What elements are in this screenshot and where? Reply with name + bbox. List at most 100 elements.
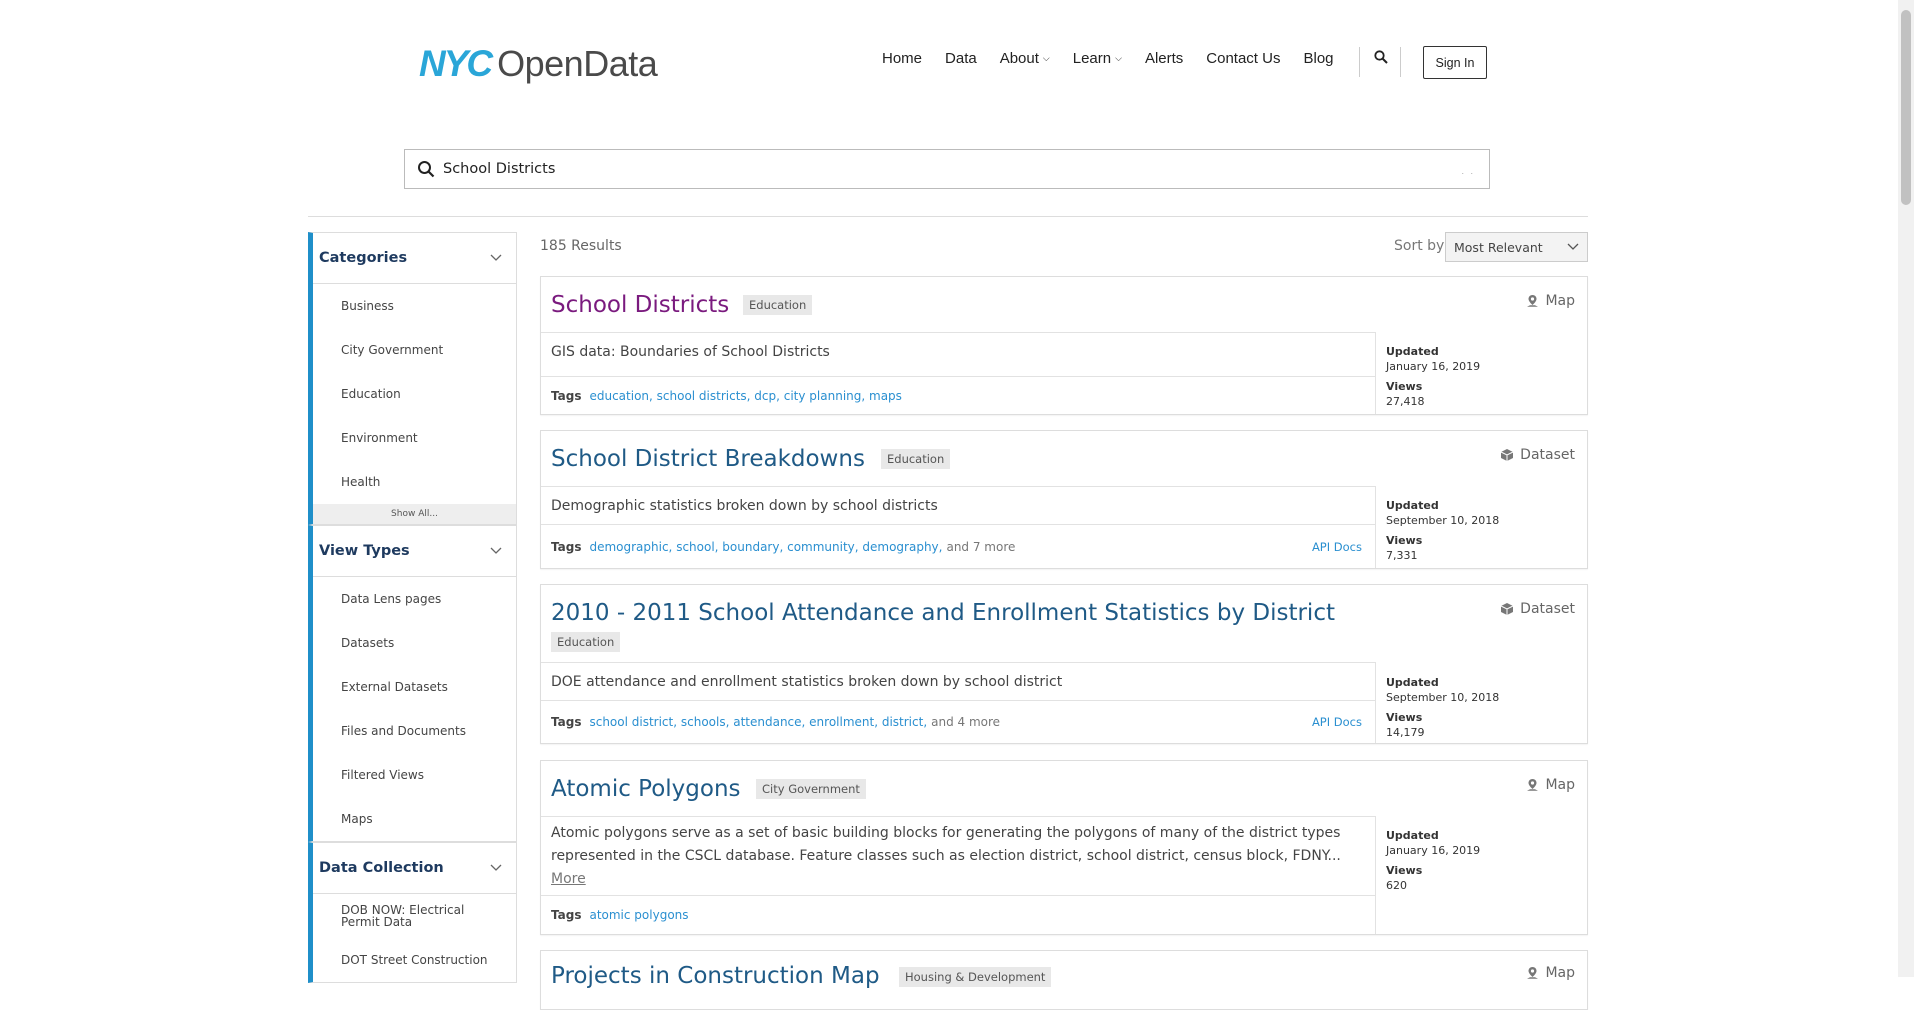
nav-learn[interactable]: Learn ⌵ (1073, 50, 1122, 67)
facet-item-city-government[interactable]: City Government (313, 328, 516, 372)
facet-item-dob-now-electrical[interactable]: DOB NOW: Electrical Permit Data (313, 894, 516, 938)
more-link[interactable]: More (551, 871, 586, 887)
tag-links[interactable]: demographic, school, boundary, community… (589, 540, 942, 554)
chevron-down-icon (490, 864, 502, 871)
api-docs-link[interactable]: API Docs (1312, 715, 1362, 729)
sign-in-button[interactable]: Sign In (1423, 46, 1487, 79)
map-icon (1527, 967, 1539, 979)
result-title[interactable]: School District Breakdowns (551, 446, 865, 472)
facet-data-collection: Data Collection DOB NOW: Electrical Perm… (308, 842, 517, 983)
result-meta: Updated January 16, 2019 Views 27,418 (1386, 344, 1480, 409)
results-count: 185 Results (540, 238, 622, 254)
facet-item-maps[interactable]: Maps (313, 797, 516, 841)
facet-item-dot-street-construction[interactable]: DOT Street Construction (313, 938, 516, 982)
result-tags: Tags demographic, school, boundary, comm… (541, 524, 1376, 568)
result-card: School District Breakdowns Education Dat… (540, 430, 1588, 569)
result-title-text: Atomic Polygons (551, 776, 741, 802)
result-title[interactable]: School Districts (551, 292, 729, 318)
page-scrollbar[interactable] (1898, 0, 1914, 977)
views-label: Views (1386, 534, 1423, 547)
result-meta: Updated January 16, 2019 Views 620 (1386, 828, 1480, 893)
map-icon (1527, 295, 1539, 307)
search-bar[interactable]: School Districts . . (404, 149, 1490, 189)
tags-label: Tags (551, 908, 582, 922)
facet-item-business[interactable]: Business (313, 284, 516, 328)
result-type[interactable]: Dataset (1500, 601, 1575, 617)
tags-more[interactable]: and 7 more (946, 540, 1015, 554)
result-type-label: Map (1545, 965, 1575, 981)
result-description: DOE attendance and enrollment statistics… (551, 674, 1063, 690)
tag-links[interactable]: school district, schools, attendance, en… (589, 715, 927, 729)
clear-search-icon[interactable]: . . (1461, 166, 1475, 176)
facet-item-health[interactable]: Health (313, 460, 516, 504)
search-icon[interactable] (1374, 50, 1388, 67)
result-type[interactable]: Map (1526, 293, 1575, 309)
facet-item-external-datasets[interactable]: External Datasets (313, 665, 516, 709)
facet-item-environment[interactable]: Environment (313, 416, 516, 460)
result-type-label: Map (1545, 293, 1575, 309)
category-badge[interactable]: Education (881, 449, 951, 469)
chevron-down-icon: ⌵ (1042, 53, 1050, 63)
category-badge[interactable]: Housing & Development (899, 967, 1052, 987)
show-all-categories-button[interactable]: Show All... (313, 504, 516, 524)
tag-links[interactable]: atomic polygons (589, 908, 688, 922)
tags-more[interactable]: and 4 more (931, 715, 1000, 729)
result-type-label: Dataset (1520, 447, 1575, 463)
result-title[interactable]: Projects in Construction Map (551, 963, 880, 989)
facet-header-view-types[interactable]: View Types (313, 526, 516, 577)
nav-home[interactable]: Home (882, 50, 922, 67)
tag-links[interactable]: education, school districts, dcp, city p… (589, 389, 901, 403)
facet-item-files-and-documents[interactable]: Files and Documents (313, 709, 516, 753)
logo-opendata-text: OpenData (497, 43, 658, 84)
result-body: GIS data: Boundaries of School Districts (541, 332, 1376, 376)
nav-blog[interactable]: Blog (1303, 50, 1333, 67)
nav-contact-us[interactable]: Contact Us (1206, 50, 1280, 67)
result-meta: Updated September 10, 2018 Views 14,179 (1386, 675, 1499, 740)
filter-sidebar: Categories Business City Government Educ… (308, 232, 517, 983)
result-type[interactable]: Map (1526, 965, 1575, 981)
facet-item-label: DOB NOW: Electrical Permit Data (341, 903, 465, 929)
result-type[interactable]: Map (1526, 777, 1575, 793)
nav-data[interactable]: Data (945, 50, 977, 67)
result-card: School Districts Education Map GIS data:… (540, 276, 1588, 415)
facet-item-data-lens-pages[interactable]: Data Lens pages (313, 577, 516, 621)
facet-view-types: View Types Data Lens pages Datasets Exte… (308, 525, 517, 842)
result-title[interactable]: 2010 - 2011 School Attendance and Enroll… (551, 600, 1335, 626)
logo-nyc-text: NYC (419, 43, 493, 84)
updated-value: September 10, 2018 (1386, 514, 1500, 527)
facet-item-education[interactable]: Education (313, 372, 516, 416)
result-description: GIS data: Boundaries of School Districts (551, 344, 830, 360)
result-description: Atomic polygons serve as a set of basic … (541, 817, 1375, 899)
chevron-down-icon (490, 547, 502, 554)
scrollbar-thumb[interactable] (1901, 10, 1911, 205)
map-icon (1527, 779, 1539, 791)
result-type[interactable]: Dataset (1500, 447, 1575, 463)
facet-item-datasets[interactable]: Datasets (313, 621, 516, 665)
result-title[interactable]: Atomic Polygons (551, 776, 741, 802)
category-badge[interactable]: City Government (756, 779, 866, 799)
views-value: 620 (1386, 879, 1407, 892)
tags-label: Tags (551, 715, 582, 729)
nav-learn-label: Learn (1072, 50, 1112, 67)
search-input[interactable]: School Districts (443, 161, 555, 177)
nav-alerts[interactable]: Alerts (1145, 50, 1183, 67)
category-badge[interactable]: Education (551, 632, 621, 652)
api-docs-link[interactable]: API Docs (1312, 540, 1362, 554)
sort-select[interactable]: Most Relevant (1445, 232, 1588, 262)
nyc-opendata-logo[interactable]: NYC OpenData (419, 43, 658, 84)
result-title-text: School Districts (551, 292, 730, 318)
result-title-text: 2010 - 2011 School Attendance and Enroll… (551, 600, 1335, 626)
result-meta: Updated September 10, 2018 Views 7,331 (1386, 498, 1499, 563)
result-tags: Tags atomic polygons (541, 895, 1376, 934)
result-tags: Tags school district, schools, attendanc… (541, 700, 1376, 743)
facet-header-categories[interactable]: Categories (313, 233, 516, 284)
tags-label: Tags (551, 539, 582, 554)
facet-item-filtered-views[interactable]: Filtered Views (313, 753, 516, 797)
updated-value: January 16, 2019 (1386, 844, 1481, 857)
result-card: Atomic Polygons City Government Map Atom… (540, 760, 1588, 935)
updated-label: Updated (1386, 829, 1439, 842)
category-badge[interactable]: Education (743, 295, 813, 315)
main-nav: Home Data About ⌵ Learn ⌵ Alerts Contact U… (882, 50, 1357, 67)
nav-about[interactable]: About ⌵ (1000, 50, 1050, 67)
facet-header-data-collection[interactable]: Data Collection (313, 843, 516, 894)
